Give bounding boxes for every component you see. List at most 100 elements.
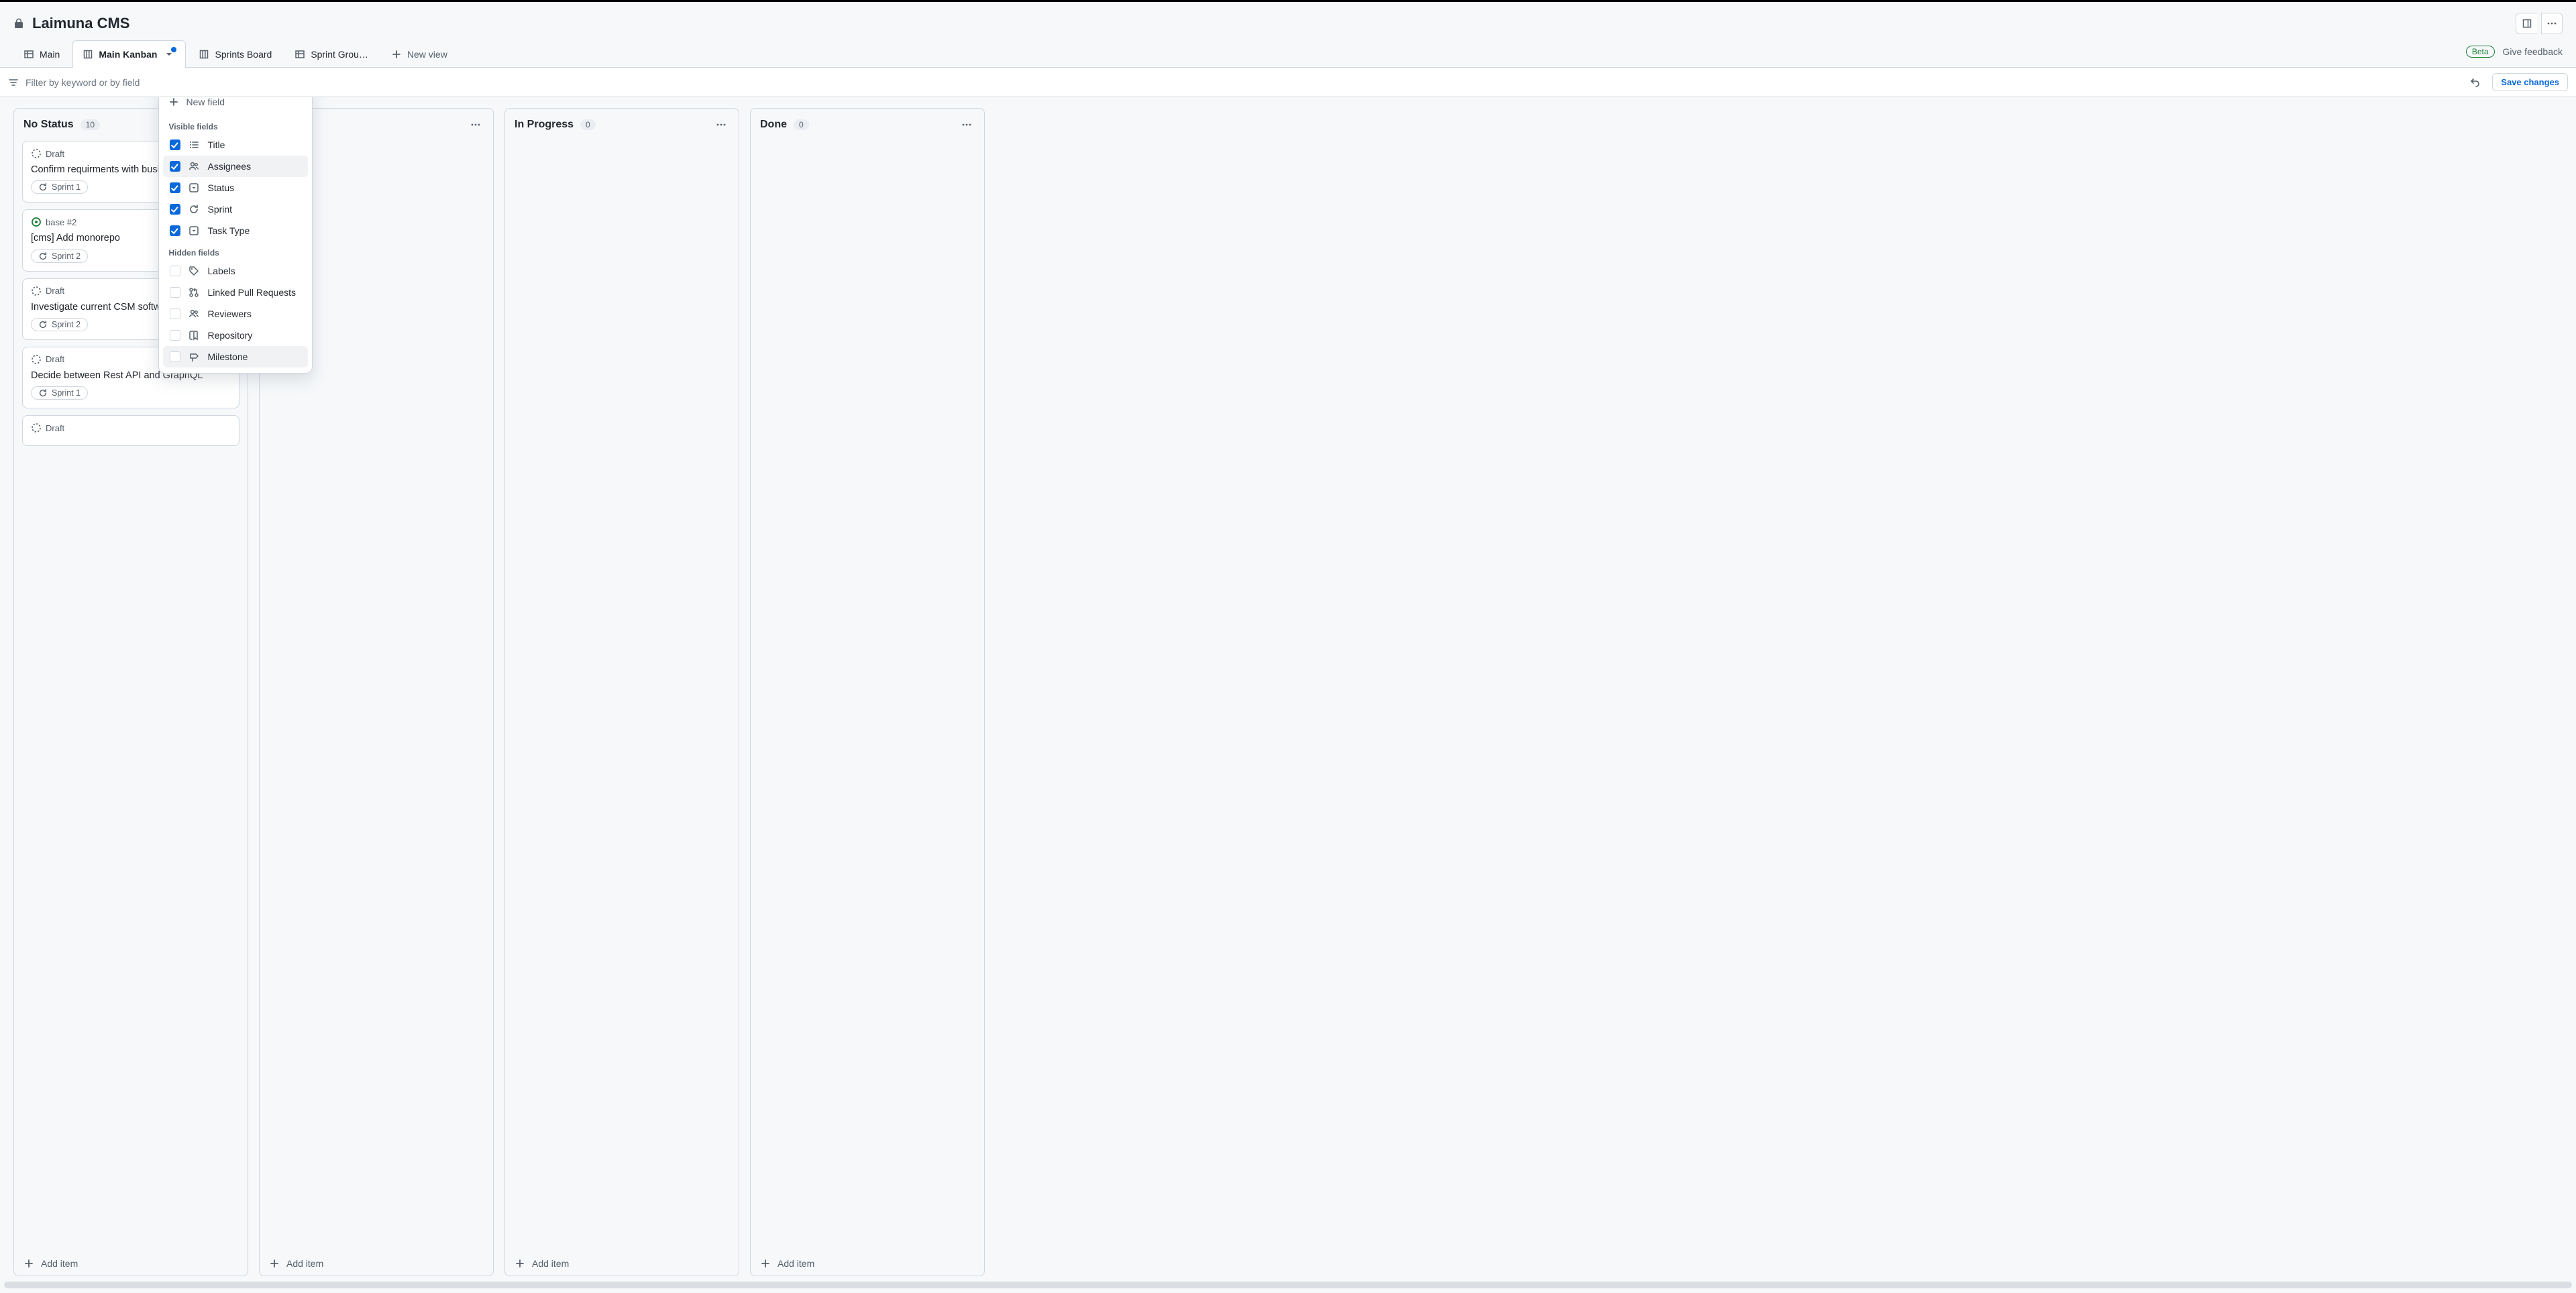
filter-bar: Save changes bbox=[0, 68, 2576, 97]
plus-icon bbox=[23, 1258, 34, 1269]
field-label: Reviewers bbox=[207, 308, 251, 319]
field-toggle-task-type[interactable]: Task Type bbox=[163, 220, 308, 241]
project-menu-button[interactable] bbox=[2541, 13, 2563, 34]
column-menu-button[interactable] bbox=[713, 117, 729, 133]
field-label: Status bbox=[207, 182, 234, 193]
people-icon bbox=[189, 308, 199, 319]
iteration-icon bbox=[38, 320, 48, 329]
plus-icon bbox=[391, 49, 402, 60]
add-item-button[interactable]: Add item bbox=[260, 1251, 493, 1276]
card-meta: Draft bbox=[31, 423, 231, 433]
new-view-button[interactable]: New view bbox=[381, 42, 458, 66]
add-item-button[interactable]: Add item bbox=[14, 1251, 248, 1276]
column-menu-button[interactable] bbox=[468, 117, 484, 133]
kebab-icon bbox=[2546, 18, 2557, 29]
board-icon bbox=[199, 49, 209, 60]
field-label: Repository bbox=[207, 330, 252, 341]
add-item-label: Add item bbox=[777, 1258, 814, 1269]
field-label: Milestone bbox=[207, 351, 248, 362]
column-done: Done0 Add item bbox=[750, 108, 985, 1276]
give-feedback-link[interactable]: Give feedback bbox=[2503, 46, 2563, 57]
field-checkbox[interactable] bbox=[170, 330, 180, 341]
tag-icon bbox=[189, 266, 199, 276]
field-label: Title bbox=[207, 139, 225, 150]
new-field-button[interactable]: New field bbox=[159, 97, 312, 115]
select-icon bbox=[189, 225, 199, 236]
add-item-label: Add item bbox=[41, 1258, 78, 1269]
draft-icon bbox=[31, 286, 42, 296]
panel-toggle-button[interactable] bbox=[2516, 13, 2537, 34]
sprint-chip[interactable]: Sprint 1 bbox=[31, 386, 88, 400]
sprint-chip[interactable]: Sprint 1 bbox=[31, 180, 88, 194]
column-header: Done0 bbox=[751, 109, 984, 137]
add-item-button[interactable]: Add item bbox=[751, 1251, 984, 1276]
sprint-chip[interactable]: Sprint 2 bbox=[31, 318, 88, 331]
plus-icon bbox=[168, 97, 179, 107]
field-checkbox[interactable] bbox=[170, 139, 180, 150]
field-toggle-repository[interactable]: Repository bbox=[163, 325, 308, 346]
draft-icon bbox=[31, 423, 42, 433]
plus-icon bbox=[760, 1258, 771, 1269]
filter-input[interactable] bbox=[25, 77, 2459, 88]
field-checkbox[interactable] bbox=[170, 182, 180, 193]
milestone-icon bbox=[189, 351, 199, 362]
view-tab-main[interactable]: Main bbox=[13, 42, 70, 66]
field-toggle-sprint[interactable]: Sprint bbox=[163, 199, 308, 220]
view-tab-main-kanban[interactable]: Main Kanban bbox=[72, 40, 186, 68]
field-checkbox[interactable] bbox=[170, 351, 180, 362]
save-changes-button[interactable]: Save changes bbox=[2492, 73, 2568, 91]
kebab-icon bbox=[961, 119, 972, 130]
pr-icon bbox=[189, 287, 199, 298]
column-count-badge: 0 bbox=[794, 119, 809, 130]
sprint-chip-label: Sprint 1 bbox=[52, 388, 80, 398]
field-label: Task Type bbox=[207, 225, 250, 236]
kebab-icon bbox=[470, 119, 481, 130]
column-body bbox=[505, 137, 739, 1251]
card-status-label: Draft bbox=[46, 149, 64, 159]
field-checkbox[interactable] bbox=[170, 161, 180, 172]
board-icon bbox=[83, 49, 93, 60]
header-actions bbox=[2516, 13, 2563, 34]
field-toggle-labels[interactable]: Labels bbox=[163, 260, 308, 282]
field-checkbox[interactable] bbox=[170, 287, 180, 298]
iteration-icon bbox=[38, 251, 48, 261]
repo-icon bbox=[189, 330, 199, 341]
card-status-label: base #2 bbox=[46, 217, 76, 227]
field-toggle-title[interactable]: Title bbox=[163, 134, 308, 156]
iteration-icon bbox=[38, 388, 48, 398]
sprint-chip[interactable]: Sprint 2 bbox=[31, 249, 88, 263]
field-label: Labels bbox=[207, 266, 235, 276]
field-toggle-reviewers[interactable]: Reviewers bbox=[163, 303, 308, 325]
field-checkbox[interactable] bbox=[170, 225, 180, 236]
field-checkbox[interactable] bbox=[170, 308, 180, 319]
field-label: Sprint bbox=[207, 204, 232, 215]
column-count-badge: 0 bbox=[580, 119, 596, 130]
field-toggle-milestone[interactable]: Milestone bbox=[163, 346, 308, 368]
add-item-button[interactable]: Add item bbox=[505, 1251, 739, 1276]
field-toggle-status[interactable]: Status bbox=[163, 177, 308, 199]
view-tab-sprints-board[interactable]: Sprints Board bbox=[189, 42, 282, 66]
sprint-chip-label: Sprint 2 bbox=[52, 320, 80, 329]
undo-icon bbox=[2470, 77, 2481, 88]
field-checkbox[interactable] bbox=[170, 266, 180, 276]
field-toggle-assignees[interactable]: Assignees bbox=[163, 156, 308, 177]
column-menu-button[interactable] bbox=[959, 117, 975, 133]
sprint-chip-label: Sprint 2 bbox=[52, 251, 80, 261]
plus-icon bbox=[515, 1258, 525, 1269]
list-icon bbox=[189, 139, 199, 150]
card-status-label: Draft bbox=[46, 286, 64, 296]
discard-changes-button[interactable] bbox=[2465, 72, 2485, 93]
column-title: In Progress bbox=[515, 119, 574, 131]
field-toggle-linked-pr[interactable]: Linked Pull Requests bbox=[163, 282, 308, 303]
card[interactable]: Draft bbox=[22, 415, 239, 446]
field-label: Linked Pull Requests bbox=[207, 287, 296, 298]
visible-fields-heading: Visible fields bbox=[159, 115, 312, 134]
field-checkbox[interactable] bbox=[170, 204, 180, 215]
column-header: In Progress 0 bbox=[505, 109, 739, 137]
view-options-caret[interactable] bbox=[162, 48, 176, 61]
add-item-label: Add item bbox=[532, 1258, 569, 1269]
view-tab-label: Sprint Grou… bbox=[311, 49, 368, 60]
view-tab-sprint-group[interactable]: Sprint Grou… bbox=[284, 42, 378, 66]
project-header: Laimuna CMS bbox=[0, 2, 2576, 40]
horizontal-scrollbar[interactable] bbox=[4, 1282, 2572, 1288]
